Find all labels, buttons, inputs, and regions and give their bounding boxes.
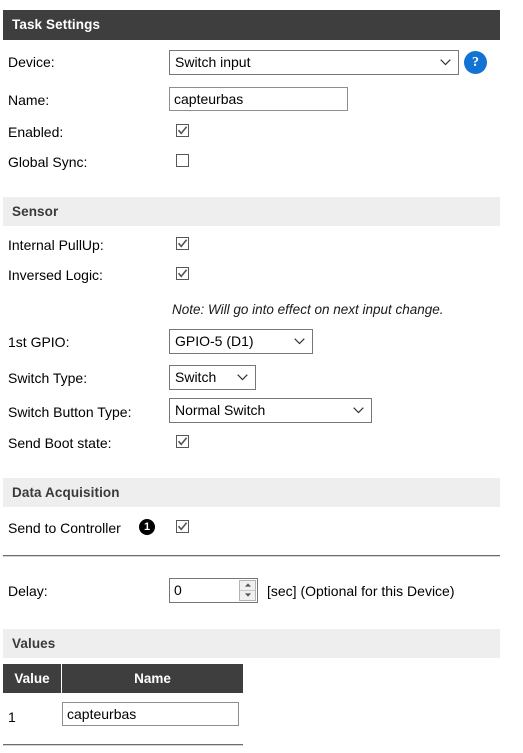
send-to-controller-checkbox[interactable]	[176, 520, 189, 533]
switch-button-type-select[interactable]: Normal Switch	[169, 398, 372, 423]
first-gpio-label: 1st GPIO:	[8, 334, 70, 350]
controller-index-badge: 1	[139, 519, 155, 535]
switch-type-label: Switch Type:	[8, 370, 88, 386]
global-sync-label: Global Sync:	[8, 154, 88, 170]
device-label: Device:	[8, 54, 55, 70]
help-icon[interactable]: ?	[464, 51, 487, 74]
chevron-down-icon	[237, 366, 249, 389]
delay-suffix-text: [sec] (Optional for this Device)	[267, 583, 455, 599]
internal-pullup-checkbox[interactable]	[176, 237, 189, 250]
enabled-checkbox[interactable]	[176, 124, 189, 137]
device-select-value: Switch input	[175, 54, 251, 70]
send-boot-state-label: Send Boot state:	[8, 435, 112, 451]
switch-button-type-select-value: Normal Switch	[175, 402, 266, 418]
switch-type-select-value: Switch	[175, 369, 217, 385]
section-header-task-settings: Task Settings	[3, 10, 500, 40]
section-header-data-acquisition: Data Acquisition	[3, 478, 500, 507]
inversed-logic-note: Note: Will go into effect on next input …	[172, 302, 444, 317]
chevron-down-icon	[440, 51, 452, 74]
inversed-logic-label: Inversed Logic:	[8, 267, 103, 283]
send-boot-state-checkbox[interactable]	[176, 435, 189, 448]
first-gpio-select[interactable]: GPIO-5 (D1)	[169, 329, 313, 354]
internal-pullup-label: Internal PullUp:	[8, 237, 104, 253]
switch-button-type-label: Switch Button Type:	[8, 404, 132, 420]
values-row-name-input[interactable]	[62, 702, 239, 726]
inversed-logic-checkbox[interactable]	[176, 267, 189, 280]
delay-stepper[interactable]	[239, 580, 256, 601]
name-label: Name:	[8, 92, 50, 108]
switch-type-select[interactable]: Switch	[169, 365, 256, 390]
enabled-label: Enabled:	[8, 124, 64, 140]
first-gpio-select-value: GPIO-5 (D1)	[175, 333, 254, 349]
values-column-header-value: Value	[3, 664, 61, 693]
global-sync-checkbox[interactable]	[176, 154, 189, 167]
values-row-index: 1	[8, 709, 16, 725]
delay-label: Delay:	[8, 583, 48, 599]
stepper-up-icon[interactable]	[240, 581, 255, 591]
device-select[interactable]: Switch input	[169, 50, 459, 75]
task-settings-page: Task Settings Device: Switch input ? Nam…	[0, 0, 523, 753]
divider-below-values	[3, 744, 243, 746]
delay-input-value: 0	[174, 582, 182, 598]
chevron-down-icon	[294, 330, 306, 353]
stepper-down-icon[interactable]	[240, 591, 255, 601]
send-to-controller-label: Send to Controller	[8, 520, 121, 536]
divider-above-delay	[3, 555, 500, 557]
values-column-header-name: Name	[62, 664, 243, 693]
name-input[interactable]	[169, 87, 348, 111]
section-header-values: Values	[3, 629, 500, 658]
section-header-sensor: Sensor	[3, 197, 500, 226]
delay-input[interactable]: 0	[169, 578, 258, 603]
chevron-down-icon	[353, 399, 365, 422]
